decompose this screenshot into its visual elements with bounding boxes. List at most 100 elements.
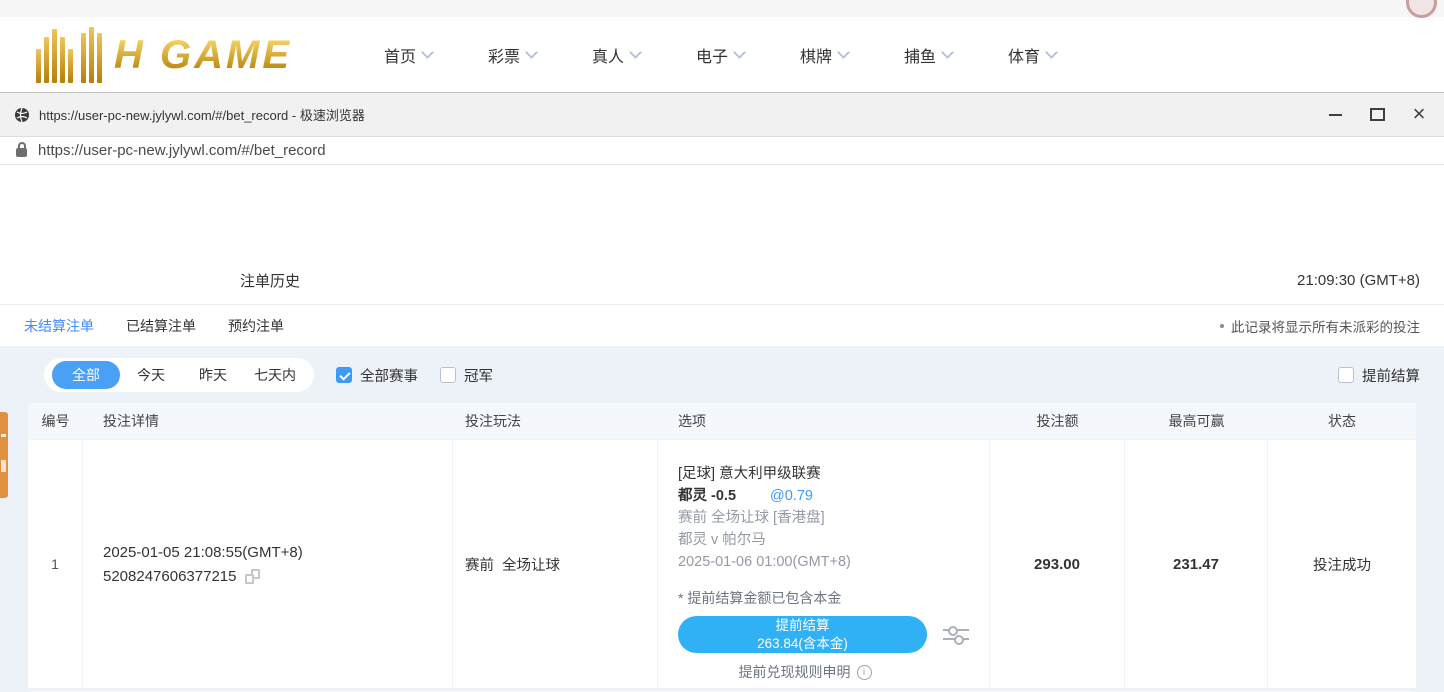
chevron-down-icon: [941, 46, 954, 59]
col-header-details: 投注详情: [83, 411, 453, 431]
nav-item-live[interactable]: 真人: [564, 43, 668, 67]
side-floating-tab[interactable]: [0, 412, 8, 498]
table-header-row: 编号 投注详情 投注玩法 选项 投注额 最高可赢 状态: [28, 403, 1416, 439]
cell-stake: 293.00: [990, 440, 1125, 688]
tab-unsettled[interactable]: 未结算注单: [24, 316, 94, 336]
tabs: 未结算注单 已结算注单 预约注单: [24, 316, 284, 336]
page-content: 注单历史 21:09:30 (GMT+8) 未结算注单 已结算注单 预约注单 此…: [0, 256, 1444, 692]
chevron-down-icon: [421, 46, 434, 59]
date-filter-yesterday[interactable]: 昨天: [182, 365, 244, 385]
date-filter-today[interactable]: 今天: [120, 365, 182, 385]
window-controls: ×: [1314, 93, 1440, 136]
nav-item-cards[interactable]: 棋牌: [772, 43, 876, 67]
tab-settled[interactable]: 已结算注单: [126, 316, 196, 336]
market-text: 赛前 全场让球 [香港盘]: [678, 507, 969, 529]
col-header-status: 状态: [1268, 411, 1416, 431]
date-filter-group: 全部 今天 昨天 七天内: [44, 358, 314, 392]
early-settle-checkbox[interactable]: 提前结算: [1338, 365, 1420, 386]
sliders-icon[interactable]: [943, 627, 969, 643]
chevron-down-icon: [1045, 46, 1058, 59]
checkbox-label: 全部赛事: [360, 365, 418, 386]
browser-window: https://user-pc-new.jylywl.com/#/bet_rec…: [0, 92, 1444, 692]
brand-logo[interactable]: H GAME: [36, 27, 292, 83]
bullet-dot-icon: [1220, 324, 1224, 328]
cell-bet-details: 2025-01-05 21:08:55(GMT+8) 5208247606377…: [83, 440, 453, 688]
cashout-note: * 提前结算金额已包含本金: [678, 589, 969, 607]
nav-label: 棋牌: [800, 43, 832, 67]
bet-id-row: 5208247606377215: [103, 568, 452, 585]
cell-selection: [足球] 意大利甲级联赛 都灵 -0.5 @0.79 赛前 全场让球 [香港盘]…: [658, 440, 990, 688]
url-text: https://user-pc-new.jylywl.com/#/bet_rec…: [38, 142, 326, 159]
chevron-down-icon: [629, 46, 642, 59]
cashout-row: 提前结算 263.84(含本金): [678, 616, 969, 653]
nav-item-lottery[interactable]: 彩票: [460, 43, 564, 67]
main-nav: 首页 彩票 真人 电子 棋牌 捕鱼: [356, 43, 1084, 67]
minimize-icon: [1329, 114, 1342, 116]
filter-row: 全部 今天 昨天 七天内 全部赛事 冠军 提前结算: [0, 355, 1444, 395]
pick-row: 都灵 -0.5 @0.79: [678, 485, 969, 507]
table-row: 1 2025-01-05 21:08:55(GMT+8) 52082476063…: [28, 439, 1416, 689]
nav-item-home[interactable]: 首页: [356, 43, 460, 67]
col-header-selection: 选项: [658, 411, 990, 431]
bet-id: 5208247606377215: [103, 568, 236, 585]
cashout-button-line2: 263.84(含本金): [757, 636, 848, 651]
all-events-checkbox[interactable]: 全部赛事: [336, 365, 418, 386]
window-title: https://user-pc-new.jylywl.com/#/bet_rec…: [39, 105, 365, 124]
close-button[interactable]: ×: [1398, 93, 1440, 136]
top-strip: [0, 0, 1444, 17]
odds-link[interactable]: @0.79: [770, 488, 813, 504]
checkbox-icon: [1338, 367, 1354, 383]
nav-label: 首页: [384, 43, 416, 67]
nav-label: 体育: [1008, 43, 1040, 67]
match-time: 2025-01-06 01:00(GMT+8): [678, 551, 969, 573]
maximize-icon: [1370, 108, 1385, 121]
col-header-stake: 投注额: [990, 411, 1125, 431]
page-title: 注单历史: [240, 270, 300, 291]
nav-label: 真人: [592, 43, 624, 67]
browser-titlebar: https://user-pc-new.jylywl.com/#/bet_rec…: [0, 93, 1444, 137]
logo-bars-icon: [36, 27, 102, 83]
col-header-play: 投注玩法: [453, 411, 658, 431]
checkbox-label: 提前结算: [1362, 365, 1420, 386]
close-icon: ×: [1413, 103, 1426, 125]
checkbox-icon: [440, 367, 456, 383]
tab-reserved[interactable]: 预约注单: [228, 316, 284, 336]
bets-table: 编号 投注详情 投注玩法 选项 投注额 最高可赢 状态 1 2025-01-05…: [28, 403, 1416, 689]
checkbox-label: 冠军: [464, 365, 493, 386]
pick-text: 都灵 -0.5: [678, 488, 736, 504]
tabs-row: 未结算注单 已结算注单 预约注单 此记录将显示所有未派彩的投注: [0, 305, 1444, 346]
col-header-maxwin: 最高可赢: [1125, 411, 1268, 431]
minimize-button[interactable]: [1314, 93, 1356, 136]
copy-icon[interactable]: [245, 569, 260, 584]
cell-play-type: 赛前 全场让球: [453, 440, 658, 688]
col-header-no: 编号: [28, 411, 83, 431]
globe-icon: [14, 107, 30, 123]
date-filter-all[interactable]: 全部: [52, 361, 120, 389]
lock-icon: [16, 148, 27, 157]
cell-max-win: 231.47: [1125, 440, 1268, 688]
cell-status: 投注成功: [1268, 440, 1416, 688]
bet-time: 2025-01-05 21:08:55(GMT+8): [103, 544, 452, 561]
cashout-button[interactable]: 提前结算 263.84(含本金): [678, 616, 927, 653]
nav-item-fishing[interactable]: 捕鱼: [876, 43, 980, 67]
cashout-button-line1: 提前结算: [776, 618, 830, 633]
address-bar[interactable]: https://user-pc-new.jylywl.com/#/bet_rec…: [0, 137, 1444, 165]
date-filter-7days[interactable]: 七天内: [244, 365, 306, 385]
site-header: H GAME 首页 彩票 真人 电子 棋牌: [0, 17, 1444, 92]
rules-label: 提前兑现规则申明: [739, 662, 851, 682]
note-text: 此记录将显示所有未派彩的投注: [1231, 316, 1420, 336]
maximize-button[interactable]: [1356, 93, 1398, 136]
match-text: 都灵 v 帕尔马: [678, 529, 969, 551]
nav-label: 彩票: [488, 43, 520, 67]
cell-row-number: 1: [28, 440, 83, 688]
screen: H GAME 首页 彩票 真人 电子 棋牌: [0, 0, 1444, 692]
chevron-down-icon: [525, 46, 538, 59]
checkbox-icon: [336, 367, 352, 383]
brand-logo-text: H GAME: [114, 35, 292, 75]
page-header: 注单历史 21:09:30 (GMT+8): [0, 256, 1444, 305]
chevron-down-icon: [733, 46, 746, 59]
cashout-rules-link[interactable]: 提前兑现规则申明 i: [678, 662, 932, 682]
nav-item-sports[interactable]: 体育: [980, 43, 1084, 67]
nav-item-slots[interactable]: 电子: [668, 43, 772, 67]
champion-checkbox[interactable]: 冠军: [440, 365, 493, 386]
